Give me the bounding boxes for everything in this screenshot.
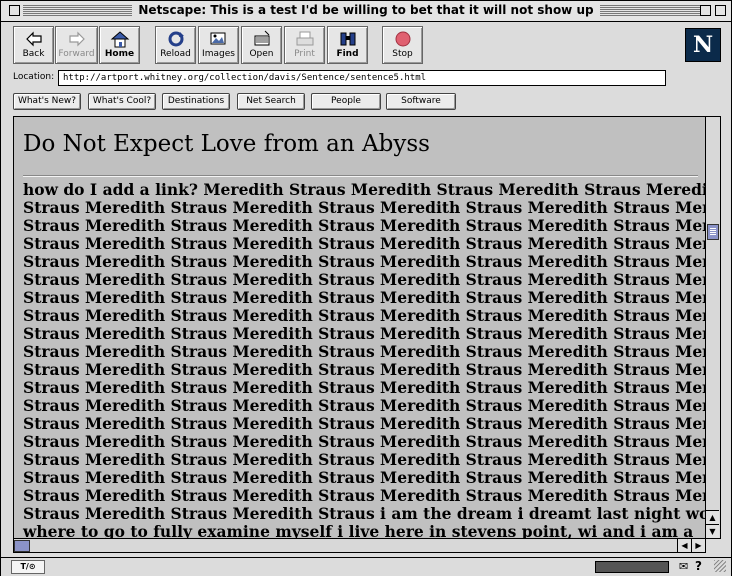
stop-icon — [395, 31, 410, 47]
zoom-box[interactable] — [700, 5, 711, 16]
find-binoculars-icon — [340, 32, 355, 46]
images-label: Images — [202, 49, 235, 59]
vertical-scrollbar[interactable]: ▲ ▼ — [706, 116, 721, 539]
collapse-box[interactable] — [715, 5, 726, 16]
navigation-toolbar: Back Forward Home Reload Images Open Pri… — [1, 22, 731, 68]
scroll-right-arrow-icon[interactable]: ▶ — [691, 539, 705, 552]
print-icon — [296, 31, 313, 46]
body-line: Straus Meredith Straus Meredith Straus i… — [23, 504, 706, 523]
window-title: Netscape: This is a test I'd be willing … — [132, 3, 600, 17]
people-button[interactable]: People — [311, 93, 381, 110]
location-input[interactable]: http://artport.whitney.org/collection/da… — [58, 70, 666, 86]
location-bar: Location: http://artport.whitney.org/col… — [1, 68, 731, 90]
reload-label: Reload — [160, 49, 191, 59]
location-label: Location: — [13, 72, 55, 82]
body-line: Straus Meredith Straus Meredith Straus M… — [23, 198, 706, 217]
security-indicator[interactable]: T/⊙ — [11, 560, 45, 574]
body-line: Straus Meredith Straus Meredith Straus M… — [23, 486, 706, 505]
body-line: Straus Meredith Straus Meredith Straus M… — [23, 270, 706, 289]
horizontal-rule — [23, 175, 698, 177]
directory-buttons: What's New? What's Cool? Destinations Ne… — [1, 91, 731, 113]
vertical-scroll-thumb[interactable] — [707, 224, 719, 240]
software-button[interactable]: Software — [386, 93, 456, 110]
body-line: Straus Meredith Straus Meredith Straus M… — [23, 414, 706, 433]
status-text — [49, 560, 589, 572]
body-line: Straus Meredith Straus Meredith Straus M… — [23, 342, 706, 361]
images-button[interactable]: Images — [198, 26, 239, 64]
print-button[interactable]: Print — [284, 26, 325, 64]
scroll-left-arrow-icon[interactable]: ◀ — [677, 539, 691, 552]
home-icon — [110, 31, 129, 48]
back-label: Back — [22, 49, 45, 59]
status-bar: T/⊙ ✉ ? — [1, 557, 731, 576]
forward-arrow-icon — [68, 31, 85, 47]
open-icon — [254, 30, 269, 46]
mail-icon[interactable]: ✉ — [679, 560, 688, 573]
page-heading: Do Not Expect Love from an Abyss — [23, 131, 430, 157]
home-button[interactable]: Home — [99, 26, 140, 64]
home-label: Home — [104, 49, 135, 59]
body-line: Straus Meredith Straus Meredith Straus M… — [23, 468, 706, 487]
find-label: Find — [336, 49, 359, 59]
body-line: Straus Meredith Straus Meredith Straus M… — [23, 288, 706, 307]
horizontal-scrollbar[interactable]: ◀ ▶ — [13, 538, 706, 553]
progress-bar — [595, 561, 669, 573]
open-label: Open — [249, 49, 274, 59]
netscape-logo[interactable]: N — [685, 28, 721, 62]
body-line: Straus Meredith Straus Meredith Straus M… — [23, 324, 706, 343]
destinations-button[interactable]: Destinations — [162, 93, 230, 110]
images-icon — [210, 32, 225, 45]
forward-label: Forward — [58, 49, 95, 59]
body-line: Straus Meredith Straus Meredith Straus M… — [23, 432, 706, 451]
net-search-button[interactable]: Net Search — [237, 93, 305, 110]
resize-grip-icon[interactable] — [714, 560, 726, 572]
find-button[interactable]: Find — [327, 26, 368, 64]
stop-label: Stop — [392, 49, 413, 59]
body-line: Straus Meredith Straus Meredith Straus M… — [23, 450, 706, 469]
page-body-text: how do I add a link? Meredith Straus Mer… — [23, 181, 705, 539]
body-line: Straus Meredith Straus Meredith Straus M… — [23, 378, 706, 397]
body-line: Straus Meredith Straus Meredith Straus M… — [23, 216, 706, 235]
body-line: how do I add a link? Meredith Straus Mer… — [23, 180, 706, 199]
back-arrow-icon — [25, 31, 42, 47]
print-label: Print — [294, 49, 315, 59]
body-line: Straus Meredith Straus Meredith Straus M… — [23, 360, 706, 379]
reload-icon — [168, 31, 184, 47]
reload-button[interactable]: Reload — [155, 26, 196, 64]
page-content[interactable]: Do Not Expect Love from an Abyss how do … — [13, 116, 706, 539]
browser-window: Netscape: This is a test I'd be willing … — [0, 0, 732, 576]
scroll-down-arrow-icon[interactable]: ▼ — [706, 524, 719, 538]
title-bar[interactable]: Netscape: This is a test I'd be willing … — [1, 1, 731, 22]
body-line: Straus Meredith Straus Meredith Straus M… — [23, 252, 706, 271]
body-line: Straus Meredith Straus Meredith Straus M… — [23, 306, 706, 325]
body-line: where to go to fully examine myself i li… — [23, 522, 694, 539]
stop-button[interactable]: Stop — [382, 26, 423, 64]
whats-cool-button[interactable]: What's Cool? — [88, 93, 156, 110]
body-line: Straus Meredith Straus Meredith Straus M… — [23, 234, 706, 253]
whats-new-button[interactable]: What's New? — [13, 93, 81, 110]
scroll-up-arrow-icon[interactable]: ▲ — [706, 510, 719, 524]
body-line: Straus Meredith Straus Meredith Straus M… — [23, 396, 706, 415]
back-button[interactable]: Back — [13, 26, 54, 64]
horizontal-scroll-thumb[interactable] — [14, 540, 30, 552]
open-button[interactable]: Open — [241, 26, 282, 64]
forward-button[interactable]: Forward — [55, 26, 98, 64]
help-icon[interactable]: ? — [695, 559, 702, 573]
